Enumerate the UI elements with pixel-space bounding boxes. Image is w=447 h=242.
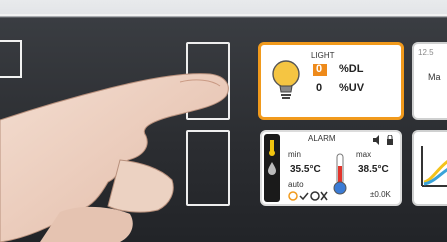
photo: LIGHT 0 %DL 0 %UV ALARM min 35.5°C max 3… (0, 0, 447, 242)
pointing-hand (0, 73, 229, 242)
